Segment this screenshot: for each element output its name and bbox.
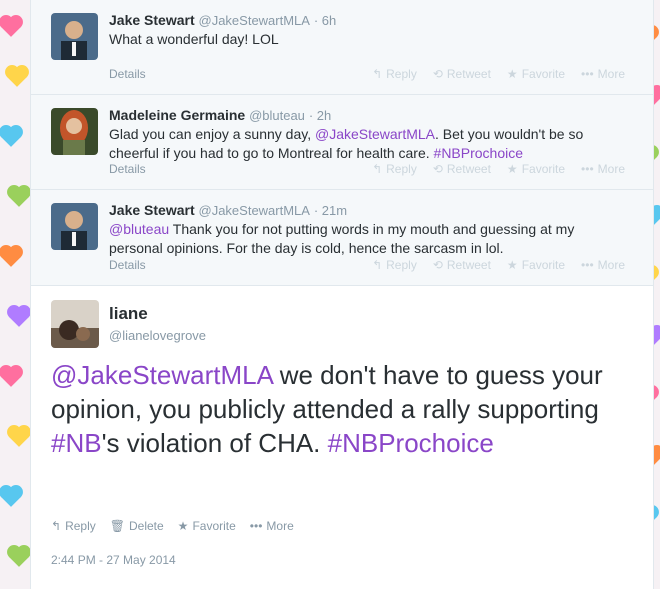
tweet-timestamp[interactable]: 2:44 PM - 27 May 2014 bbox=[51, 553, 176, 567]
tweet-time[interactable]: · 21m bbox=[314, 203, 347, 218]
retweet-button[interactable]: ⟲ Retweet bbox=[433, 258, 491, 272]
tweet-author-handle[interactable]: @JakeStewartMLA bbox=[199, 13, 310, 28]
tweet-item[interactable]: Madeleine Germaine @bluteau · 2h Glad yo… bbox=[31, 95, 653, 190]
favorite-button[interactable]: ★ Favorite bbox=[507, 162, 565, 176]
reply-button[interactable]: ↰ Reply bbox=[51, 519, 96, 533]
tweet-actions: ↰ Reply 🗑 Delete ★ Favorite ••• More bbox=[51, 519, 294, 533]
star-icon: ★ bbox=[506, 67, 518, 81]
more-button[interactable]: ••• More bbox=[581, 162, 625, 176]
tweet-author-name[interactable]: Jake Stewart bbox=[109, 202, 195, 218]
trash-icon: 🗑 bbox=[109, 519, 125, 533]
more-dots-icon: ••• bbox=[249, 519, 263, 533]
delete-button[interactable]: 🗑 Delete bbox=[110, 519, 164, 533]
tweet-author-name[interactable]: Madeleine Germaine bbox=[109, 107, 245, 123]
tweet-author-name[interactable]: liane bbox=[109, 304, 148, 324]
mention-link[interactable]: @bluteau bbox=[109, 221, 169, 237]
tweet-card: Jake Stewart @JakeStewartMLA · 6h What a… bbox=[30, 0, 654, 589]
tweet-author-handle[interactable]: @bluteau bbox=[249, 108, 305, 123]
details-link[interactable]: Details bbox=[109, 258, 146, 272]
more-dots-icon: ••• bbox=[581, 67, 594, 81]
retweet-icon: ⟲ bbox=[432, 258, 443, 272]
reply-button[interactable]: ↰ Reply bbox=[372, 258, 417, 272]
reply-icon: ↰ bbox=[51, 519, 62, 533]
tweet-author-name[interactable]: Jake Stewart bbox=[109, 12, 195, 28]
tweet-header: Madeleine Germaine @bluteau · 2h bbox=[109, 107, 331, 123]
tweet-text: Glad you can enjoy a sunny day, @JakeSte… bbox=[109, 126, 584, 161]
reply-button[interactable]: ↰ Reply bbox=[372, 162, 417, 176]
avatar[interactable] bbox=[51, 13, 98, 60]
more-button[interactable]: ••• More bbox=[581, 258, 625, 272]
star-icon: ★ bbox=[177, 519, 189, 533]
favorite-button[interactable]: ★ Favorite bbox=[178, 519, 236, 533]
hashtag-link[interactable]: #NBProchoice bbox=[328, 428, 494, 458]
avatar[interactable] bbox=[51, 300, 99, 348]
tweet-time[interactable]: · 6h bbox=[314, 13, 336, 28]
tweet-text: What a wonderful day! LOL bbox=[109, 31, 279, 47]
tweet-header: Jake Stewart @JakeStewartMLA · 21m bbox=[109, 202, 347, 218]
tweet-actions: ↰ Reply ⟲ Retweet ★ Favorite ••• More bbox=[372, 162, 625, 176]
more-dots-icon: ••• bbox=[581, 162, 594, 176]
mention-link[interactable]: @JakeStewartMLA bbox=[315, 126, 435, 142]
hashtag-link[interactable]: #NB bbox=[51, 428, 102, 458]
retweet-button[interactable]: ⟲ Retweet bbox=[433, 162, 491, 176]
details-link[interactable]: Details bbox=[109, 67, 146, 81]
favorite-button[interactable]: ★ Favorite bbox=[507, 67, 565, 81]
avatar[interactable] bbox=[51, 108, 98, 155]
retweet-icon: ⟲ bbox=[432, 162, 443, 176]
more-dots-icon: ••• bbox=[581, 258, 594, 272]
tweet-item[interactable]: Jake Stewart @JakeStewartMLA · 6h What a… bbox=[31, 0, 653, 95]
reply-button[interactable]: ↰ Reply bbox=[372, 67, 417, 81]
favorite-button[interactable]: ★ Favorite bbox=[507, 258, 565, 272]
tweet-text: @JakeStewartMLA we don't have to guess y… bbox=[51, 360, 603, 458]
tweet-author-handle[interactable]: @JakeStewartMLA bbox=[199, 203, 310, 218]
details-link[interactable]: Details bbox=[109, 162, 146, 176]
more-button[interactable]: ••• More bbox=[250, 519, 294, 533]
tweet-header: Jake Stewart @JakeStewartMLA · 6h bbox=[109, 12, 336, 28]
conversation-thread: Jake Stewart @JakeStewartMLA · 6h What a… bbox=[31, 0, 653, 286]
retweet-button[interactable]: ⟲ Retweet bbox=[433, 67, 491, 81]
reply-icon: ↰ bbox=[372, 258, 383, 272]
tweet-actions: ↰ Reply ⟲ Retweet ★ Favorite ••• More bbox=[372, 67, 625, 81]
star-icon: ★ bbox=[506, 162, 518, 176]
main-tweet: liane @lianelovegrove @JakeStewartMLA we… bbox=[31, 286, 653, 586]
tweet-time[interactable]: · 2h bbox=[309, 108, 331, 123]
reply-icon: ↰ bbox=[372, 162, 383, 176]
hashtag-link[interactable]: #NBProchoice bbox=[434, 145, 524, 161]
star-icon: ★ bbox=[506, 258, 518, 272]
tweet-author-handle[interactable]: @lianelovegrove bbox=[109, 328, 206, 343]
mention-link[interactable]: @JakeStewartMLA bbox=[51, 360, 272, 390]
retweet-icon: ⟲ bbox=[432, 67, 443, 81]
reply-icon: ↰ bbox=[372, 67, 383, 81]
more-button[interactable]: ••• More bbox=[581, 67, 625, 81]
avatar[interactable] bbox=[51, 203, 98, 250]
tweet-text: @bluteau Thank you for not putting words… bbox=[109, 221, 575, 256]
tweet-item[interactable]: Jake Stewart @JakeStewartMLA · 21m @blut… bbox=[31, 190, 653, 285]
tweet-actions: ↰ Reply ⟲ Retweet ★ Favorite ••• More bbox=[372, 258, 625, 272]
